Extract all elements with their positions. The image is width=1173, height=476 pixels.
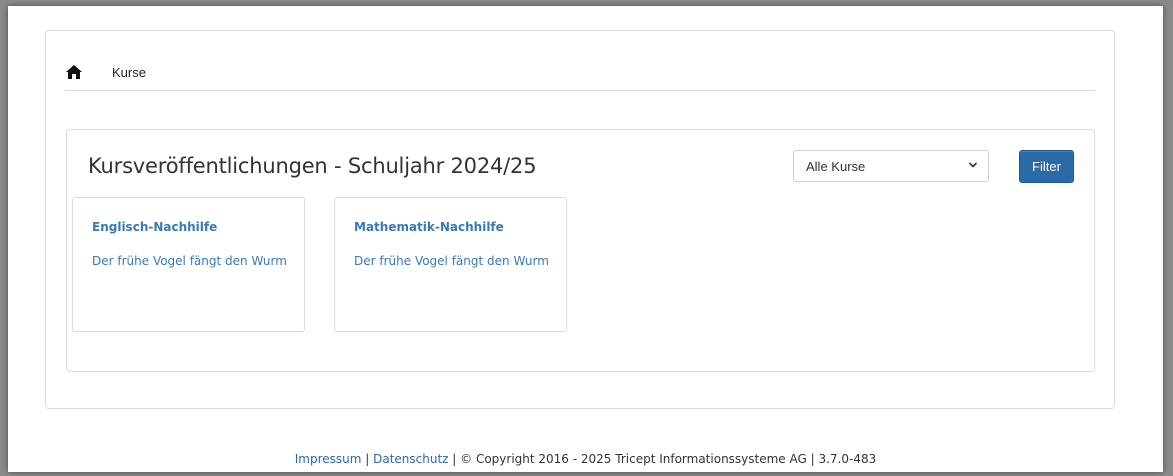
course-subtitle[interactable]: Der frühe Vogel fängt den Wurm: [92, 254, 287, 268]
home-icon[interactable]: [66, 65, 82, 79]
filter-button[interactable]: Filter: [1019, 150, 1074, 183]
impressum-link[interactable]: Impressum: [295, 452, 362, 466]
page-title: Kursveröffentlichungen - Schuljahr 2024/…: [88, 154, 537, 178]
course-card-mathematik[interactable]: Mathematik-Nachhilfe Der frühe Vogel fän…: [334, 197, 567, 332]
copyright-text: | © Copyright 2016 - 2025 Tricept Inform…: [448, 452, 877, 466]
course-filter-selected: Alle Kurse: [806, 158, 866, 174]
divider: [65, 90, 1095, 91]
course-title[interactable]: Mathematik-Nachhilfe: [354, 220, 504, 234]
course-filter-select[interactable]: Alle Kurse: [793, 150, 989, 182]
breadcrumb-item-kurse[interactable]: Kurse: [112, 65, 146, 80]
footer-separator: |: [361, 452, 374, 466]
course-title[interactable]: Englisch-Nachhilfe: [92, 220, 217, 234]
chevron-down-icon: [968, 162, 978, 168]
breadcrumb: Kurse: [66, 61, 146, 83]
courses-panel: Kursveröffentlichungen - Schuljahr 2024/…: [66, 129, 1095, 372]
datenschutz-link[interactable]: Datenschutz: [373, 452, 448, 466]
course-card-englisch[interactable]: Englisch-Nachhilfe Der frühe Vogel fängt…: [72, 197, 305, 332]
content-card: Kurse Kursveröffentlichungen - Schuljahr…: [45, 30, 1115, 409]
course-subtitle[interactable]: Der frühe Vogel fängt den Wurm: [354, 254, 549, 268]
footer: Impressum | Datenschutz | © Copyright 20…: [8, 452, 1163, 466]
page: Kurse Kursveröffentlichungen - Schuljahr…: [8, 6, 1163, 472]
